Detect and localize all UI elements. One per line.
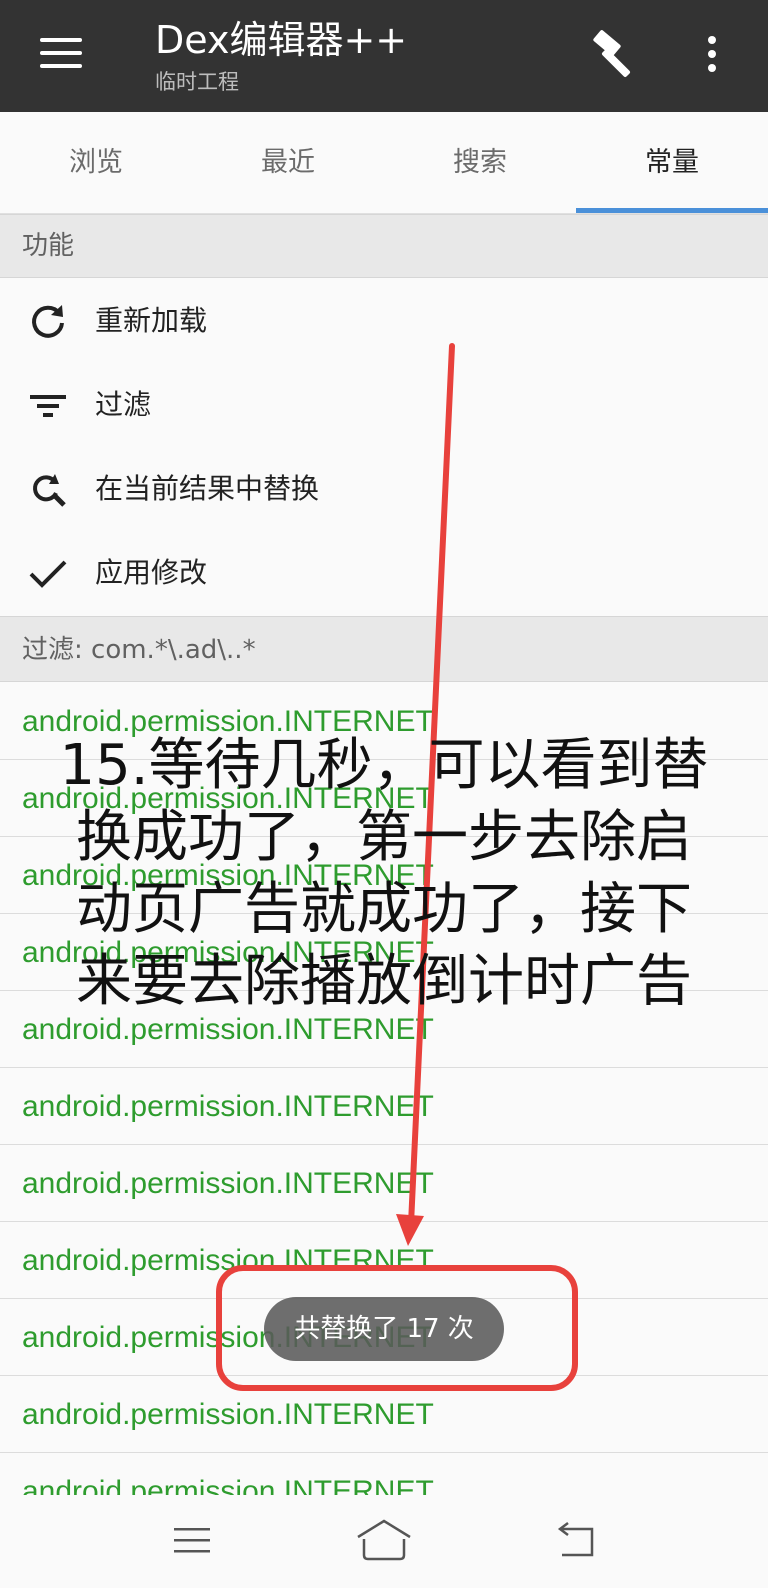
- tab-recent[interactable]: 最近: [192, 112, 384, 214]
- annotation-line-1: 15.等待几秒，可以看到替: [59, 733, 709, 798]
- list-item[interactable]: android.permission.INTERNET: [0, 1068, 768, 1145]
- app-subtitle: 临时工程: [155, 70, 239, 94]
- replace-label: 在当前结果中替换: [95, 472, 320, 505]
- filter-icon: [30, 395, 66, 417]
- apply-action[interactable]: 应用修改: [0, 531, 768, 615]
- list-item[interactable]: android.permission.INTERNET: [0, 1376, 768, 1453]
- reload-icon: [32, 305, 64, 338]
- tab-constants[interactable]: 常量: [576, 112, 768, 214]
- list-item[interactable]: android.permission.INTERNET: [0, 1453, 768, 1495]
- apply-label: 应用修改: [95, 556, 208, 589]
- filter-action[interactable]: 过滤: [0, 363, 768, 447]
- check-icon: [29, 560, 67, 588]
- tab-bar: 浏览 最近 搜索 常量: [0, 112, 768, 214]
- tutorial-annotation: 15.等待几秒，可以看到替 换成功了，第一步去除启 动页广告就成功了，接下 来要…: [30, 730, 738, 1018]
- reload-label: 重新加载: [95, 304, 208, 337]
- app-title: Dex编辑器++: [155, 18, 408, 62]
- recents-icon[interactable]: [162, 1515, 222, 1565]
- home-icon[interactable]: [354, 1515, 414, 1565]
- tab-indicator: [576, 208, 768, 213]
- back-icon[interactable]: [546, 1515, 606, 1565]
- more-vert-icon[interactable]: [700, 32, 724, 76]
- nav-bar: [0, 1495, 768, 1588]
- list-item[interactable]: android.permission.INTERNET: [0, 1145, 768, 1222]
- replace-count-toast: 共替换了 17 次: [264, 1297, 504, 1361]
- tab-search[interactable]: 搜索: [384, 112, 576, 214]
- tab-browse[interactable]: 浏览: [0, 112, 192, 214]
- hammer-icon[interactable]: [588, 28, 640, 80]
- reload-action[interactable]: 重新加载: [0, 279, 768, 363]
- menu-icon[interactable]: [40, 34, 82, 74]
- app-bar: Dex编辑器++ 临时工程: [0, 0, 768, 112]
- functions-header: 功能: [0, 214, 768, 278]
- replace-action[interactable]: 在当前结果中替换: [0, 447, 768, 531]
- filter-header: 过滤: com.*\.ad\..*: [0, 616, 768, 682]
- filter-label: 过滤: [95, 388, 152, 421]
- list-item[interactable]: android.permission.INTERNET: [0, 1222, 768, 1299]
- annotation-line-2: 换成功了，第一步去除启: [76, 805, 692, 870]
- annotation-line-3: 动页广告就成功了，接下: [76, 877, 692, 942]
- annotation-line-4: 来要去除播放倒计时广告: [76, 949, 692, 1014]
- find-replace-icon: [33, 474, 66, 507]
